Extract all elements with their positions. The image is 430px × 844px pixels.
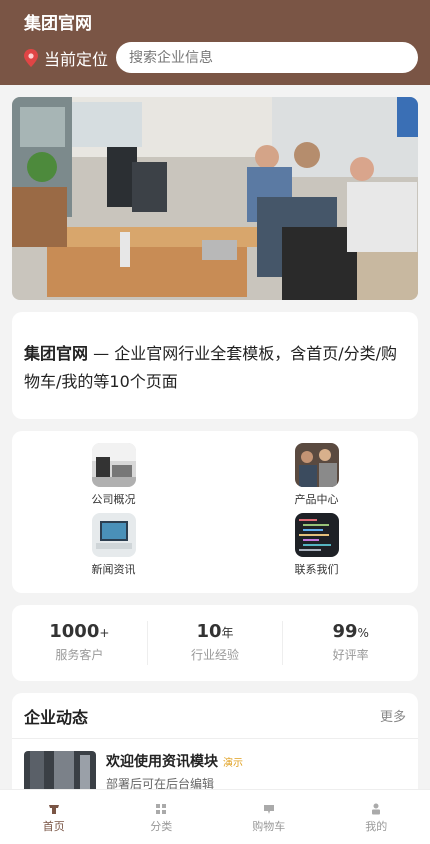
tab-profile[interactable]: 我的 bbox=[323, 790, 430, 844]
tab-category[interactable]: 分类 bbox=[108, 790, 216, 844]
tab-label: 首页 bbox=[42, 820, 65, 833]
tab-home[interactable]: 首页 bbox=[0, 790, 108, 844]
shortcut-label: 新闻资讯 bbox=[91, 563, 136, 576]
news-item-title: 欢迎使用资讯模块 演示 bbox=[106, 751, 243, 771]
app-title: 集团官网 bbox=[24, 14, 92, 34]
stat-value: 10 bbox=[196, 621, 222, 642]
stat-label: 服务客户 bbox=[55, 648, 104, 662]
stat-value: 1000 bbox=[49, 621, 100, 642]
contact-thumbnail bbox=[294, 513, 339, 557]
location-label: 当前定位 bbox=[44, 49, 109, 69]
search-box[interactable] bbox=[116, 42, 418, 73]
stat-label: 好评率 bbox=[332, 648, 369, 662]
news-title: 企业动态 bbox=[24, 707, 89, 727]
shortcut-label: 联系我们 bbox=[294, 563, 339, 576]
news-more-link[interactable]: 更多 bbox=[380, 706, 406, 725]
intro-brand: 集团官网 bbox=[24, 344, 89, 363]
stat-unit: 年 bbox=[221, 626, 234, 640]
stat-clients: 1000+ 服务客户 bbox=[12, 621, 148, 665]
product-center-thumbnail bbox=[294, 443, 339, 487]
news-section: 企业动态 更多 欢迎使用资讯模块 演示 部署后可在后台编辑 bbox=[12, 693, 418, 793]
location-pin-icon bbox=[24, 48, 38, 67]
intro-card: 集团官网 — 企业官网行业全套模板，含首页/分类/购物车/我的等10个页面 bbox=[12, 312, 418, 419]
stat-label: 行业经验 bbox=[191, 648, 240, 662]
search-input[interactable] bbox=[129, 49, 405, 66]
tab-label: 购物车 bbox=[252, 820, 286, 833]
stat-rating: 99% 好评率 bbox=[283, 621, 418, 665]
user-icon bbox=[370, 800, 382, 815]
shortcut-label: 公司概况 bbox=[91, 493, 136, 506]
news-item-thumbnail bbox=[24, 751, 96, 793]
header-row: 当前定位 bbox=[24, 42, 418, 73]
app-header: 集团官网 当前定位 bbox=[0, 0, 430, 85]
news-header: 企业动态 更多 bbox=[12, 693, 418, 739]
news-item-title-text: 欢迎使用资讯模块 bbox=[106, 754, 218, 770]
news-item-badge: 演示 bbox=[223, 757, 243, 769]
tab-label: 分类 bbox=[150, 820, 173, 833]
news-item-body: 欢迎使用资讯模块 演示 部署后可在后台编辑 bbox=[106, 751, 243, 793]
shortcut-product-center[interactable]: 产品中心 bbox=[215, 443, 418, 513]
office-team-meeting-photo bbox=[12, 97, 418, 300]
stats-card: 1000+ 服务客户 10年 行业经验 99% 好评率 bbox=[12, 605, 418, 681]
cart-icon bbox=[263, 800, 275, 814]
category-icon bbox=[155, 800, 167, 814]
company-overview-thumbnail bbox=[91, 443, 136, 487]
shortcut-contact[interactable]: 联系我们 bbox=[215, 513, 418, 583]
banner-image[interactable] bbox=[12, 97, 418, 300]
bottom-tabbar: 首页 分类 购物车 我的 bbox=[0, 789, 430, 844]
news-thumbnail bbox=[91, 513, 136, 557]
shortcut-company-overview[interactable]: 公司概况 bbox=[12, 443, 215, 513]
tab-label: 我的 bbox=[365, 820, 388, 833]
news-item[interactable]: 欢迎使用资讯模块 演示 部署后可在后台编辑 bbox=[12, 739, 418, 793]
stat-value: 99 bbox=[332, 621, 358, 642]
stat-unit: + bbox=[99, 626, 110, 640]
tab-cart[interactable]: 购物车 bbox=[215, 790, 323, 844]
stat-experience: 10年 行业经验 bbox=[148, 621, 284, 665]
location-selector[interactable]: 当前定位 bbox=[24, 46, 108, 70]
shortcut-news[interactable]: 新闻资讯 bbox=[12, 513, 215, 583]
shortcut-grid: 公司概况 产品中心 新闻资讯 联系我们 bbox=[12, 431, 418, 593]
stat-unit: % bbox=[357, 626, 369, 640]
home-icon bbox=[48, 800, 60, 814]
shortcut-label: 产品中心 bbox=[294, 493, 339, 506]
